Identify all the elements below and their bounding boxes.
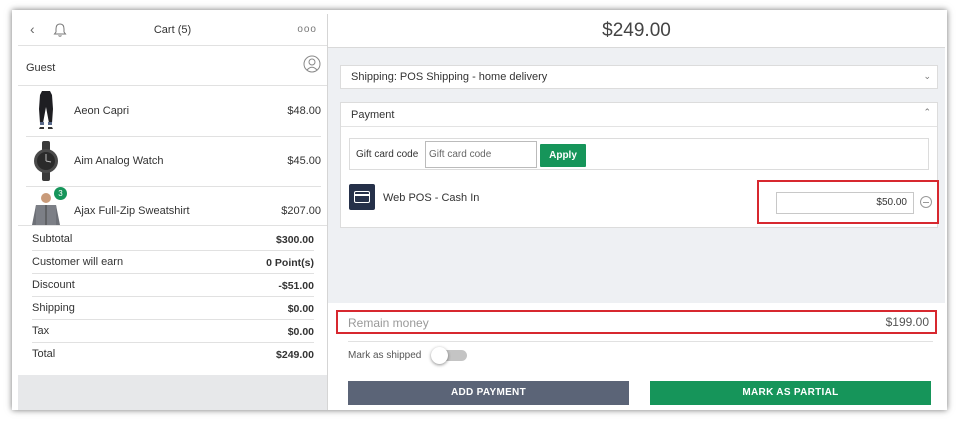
payment-amount-input[interactable]: $50.00 <box>776 192 914 214</box>
subtotal-row: Subtotal $300.00 <box>32 228 314 251</box>
gift-card-row: Gift card code Apply <box>349 138 929 170</box>
mark-as-partial-button[interactable]: MARK AS PARTIAL <box>650 381 931 405</box>
total-value: $249.00 <box>276 349 314 361</box>
totals-section: Subtotal $300.00 Customer will earn 0 Po… <box>18 225 327 375</box>
checkout-panel: $249.00 Shipping: POS Shipping - home de… <box>327 14 945 410</box>
total-value: $0.00 <box>287 326 314 338</box>
total-value: -$51.00 <box>278 280 314 292</box>
checkout-header: $249.00 <box>328 14 945 48</box>
payment-section: Payment ⌃ Gift card code Apply Web POS -… <box>340 102 939 228</box>
total-label: Shipping <box>32 302 75 314</box>
grand-total-row: Total $249.00 <box>32 343 314 366</box>
item-name: Aim Analog Watch <box>74 155 164 167</box>
cart-items-list: Aeon Capri $48.00 Aim Analog Watch $45.0… <box>18 87 327 225</box>
add-payment-button[interactable]: ADD PAYMENT <box>348 381 629 405</box>
total-value: $0.00 <box>287 303 314 315</box>
item-name: Ajax Full-Zip Sweatshirt <box>74 205 190 217</box>
user-icon[interactable] <box>303 55 321 73</box>
apply-button[interactable]: Apply <box>540 144 586 167</box>
payment-title: Payment <box>351 109 395 121</box>
payment-method-name: Web POS - Cash In <box>383 192 480 204</box>
divider <box>348 341 933 342</box>
total-value: 0 Point(s) <box>266 257 314 269</box>
discount-row: Discount -$51.00 <box>32 274 314 297</box>
payment-method-row: Web POS - Cash In $50.00 <box>341 180 939 227</box>
remove-circle-icon[interactable] <box>920 196 932 208</box>
item-price: $207.00 <box>281 205 321 217</box>
item-name: Aeon Capri <box>74 105 130 117</box>
total-label: Tax <box>32 325 50 337</box>
quantity-badge: 3 <box>54 187 67 200</box>
total-label: Total <box>32 348 56 360</box>
cart-item[interactable]: Aim Analog Watch $45.00 <box>26 137 321 187</box>
pos-window: ‹ Cart (5) ooo Guest Aeon Capri $48.00 A… <box>12 10 947 410</box>
cart-title: Cart (5) <box>153 24 192 36</box>
customer-label: Guest <box>26 62 56 74</box>
more-dots-icon[interactable]: ooo <box>297 24 317 35</box>
product-thumbnail <box>34 141 58 181</box>
toggle-knob <box>431 347 448 364</box>
chevron-up-icon[interactable]: ⌃ <box>923 107 931 118</box>
chevron-down-icon[interactable]: ⌄ <box>923 71 931 82</box>
cart-footer <box>18 375 327 410</box>
total-label: Discount <box>32 279 75 291</box>
cash-card-icon <box>349 184 375 210</box>
total-label: Customer will earn <box>32 256 124 268</box>
remain-money-value: $199.00 <box>885 315 929 329</box>
cart-item[interactable]: 3 Ajax Full-Zip Sweatshirt $207.00 <box>26 187 321 225</box>
shipping-method-select[interactable]: Shipping: POS Shipping - home delivery ⌄ <box>340 65 938 89</box>
shipping-label: Shipping: POS Shipping - home delivery <box>351 71 548 83</box>
points-row: Customer will earn 0 Point(s) <box>32 251 314 274</box>
shipping-row: Shipping $0.00 <box>32 297 314 320</box>
gift-card-label: Gift card code <box>356 149 419 160</box>
cart-header: ‹ Cart (5) ooo <box>18 14 327 46</box>
tax-row: Tax $0.00 <box>32 320 314 343</box>
mark-shipped-toggle[interactable] <box>431 347 468 364</box>
product-thumbnail <box>39 91 53 129</box>
cart-panel: ‹ Cart (5) ooo Guest Aeon Capri $48.00 A… <box>18 14 327 410</box>
gift-card-input[interactable] <box>425 141 537 168</box>
amount-highlight: $50.00 <box>757 180 939 224</box>
total-value: $300.00 <box>276 234 314 246</box>
grand-total-amount: $249.00 <box>602 20 671 41</box>
remain-money-label: Remain money <box>348 316 429 330</box>
total-label: Subtotal <box>32 233 73 245</box>
customer-row[interactable]: Guest <box>18 48 327 86</box>
payment-header[interactable]: Payment ⌃ <box>341 103 937 127</box>
remain-money-row: Remain money $199.00 <box>336 310 937 334</box>
item-price: $48.00 <box>287 105 321 117</box>
checkout-footer: Remain money $199.00 Mark as shipped ADD… <box>328 303 945 410</box>
item-price: $45.00 <box>287 155 321 167</box>
mark-shipped-label: Mark as shipped <box>348 350 422 361</box>
cart-item[interactable]: Aeon Capri $48.00 <box>26 87 321 137</box>
